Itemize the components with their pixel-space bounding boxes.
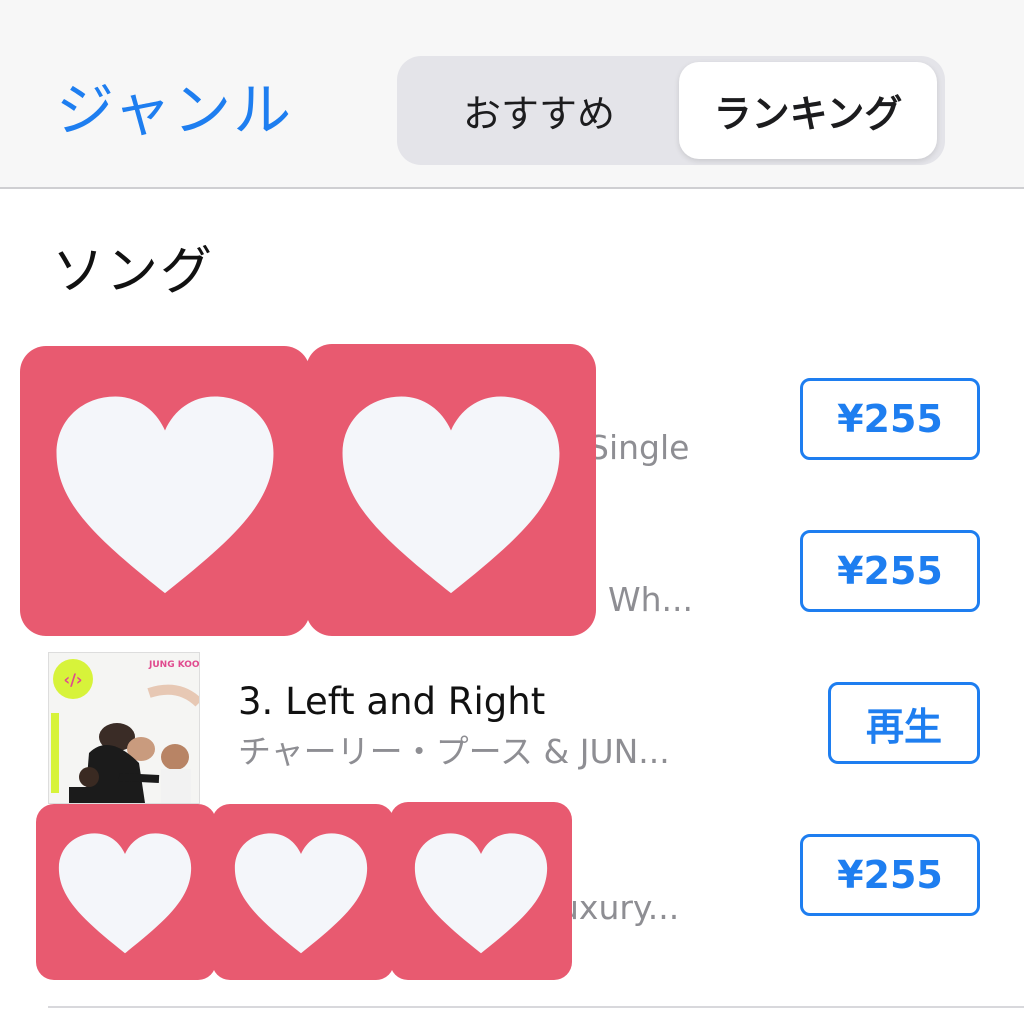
- play-button[interactable]: 再生: [828, 682, 980, 764]
- buy-button[interactable]: ¥255: [800, 378, 980, 460]
- song-title: 3. Left and Right: [238, 680, 546, 723]
- svg-text:‹/›: ‹/›: [63, 670, 82, 689]
- heart-sticker: [212, 804, 394, 980]
- svg-text:JUNG KOOK: JUNG KOOK: [148, 660, 200, 670]
- song-artist: Wh...: [608, 580, 694, 619]
- buy-button[interactable]: ¥255: [800, 834, 980, 916]
- song-artist: uxury...: [558, 888, 680, 927]
- genre-button[interactable]: ジャンル: [56, 78, 293, 142]
- section-title: ソング: [52, 242, 215, 302]
- navigation-header: ジャンル おすすめ ランキング: [0, 0, 1024, 189]
- heart-icon: [414, 833, 548, 954]
- album-cover-image: ‹/› JUNG KOOK: [49, 653, 200, 803]
- song-artist: Single: [588, 428, 690, 467]
- album-art[interactable]: ‹/› JUNG KOOK: [48, 652, 200, 804]
- heart-sticker: [36, 804, 216, 980]
- segmented-control: おすすめ ランキング: [397, 56, 945, 165]
- tab-recommend[interactable]: おすすめ: [403, 62, 675, 159]
- heart-sticker: [20, 346, 310, 636]
- song-row-3[interactable]: ‹/› JUNG KOOK 3. Left and Right チャーリー・プー…: [0, 652, 1024, 804]
- heart-icon: [56, 396, 274, 594]
- buy-button[interactable]: ¥255: [800, 530, 980, 612]
- heart-sticker: [390, 802, 572, 980]
- song-artist: チャーリー・プース & JUN...: [238, 732, 670, 771]
- heart-sticker: [306, 344, 596, 636]
- heart-icon: [58, 833, 192, 954]
- heart-icon: [342, 396, 560, 594]
- heart-icon: [234, 833, 368, 954]
- tab-ranking[interactable]: ランキング: [679, 62, 937, 159]
- list-divider: [48, 1006, 1024, 1008]
